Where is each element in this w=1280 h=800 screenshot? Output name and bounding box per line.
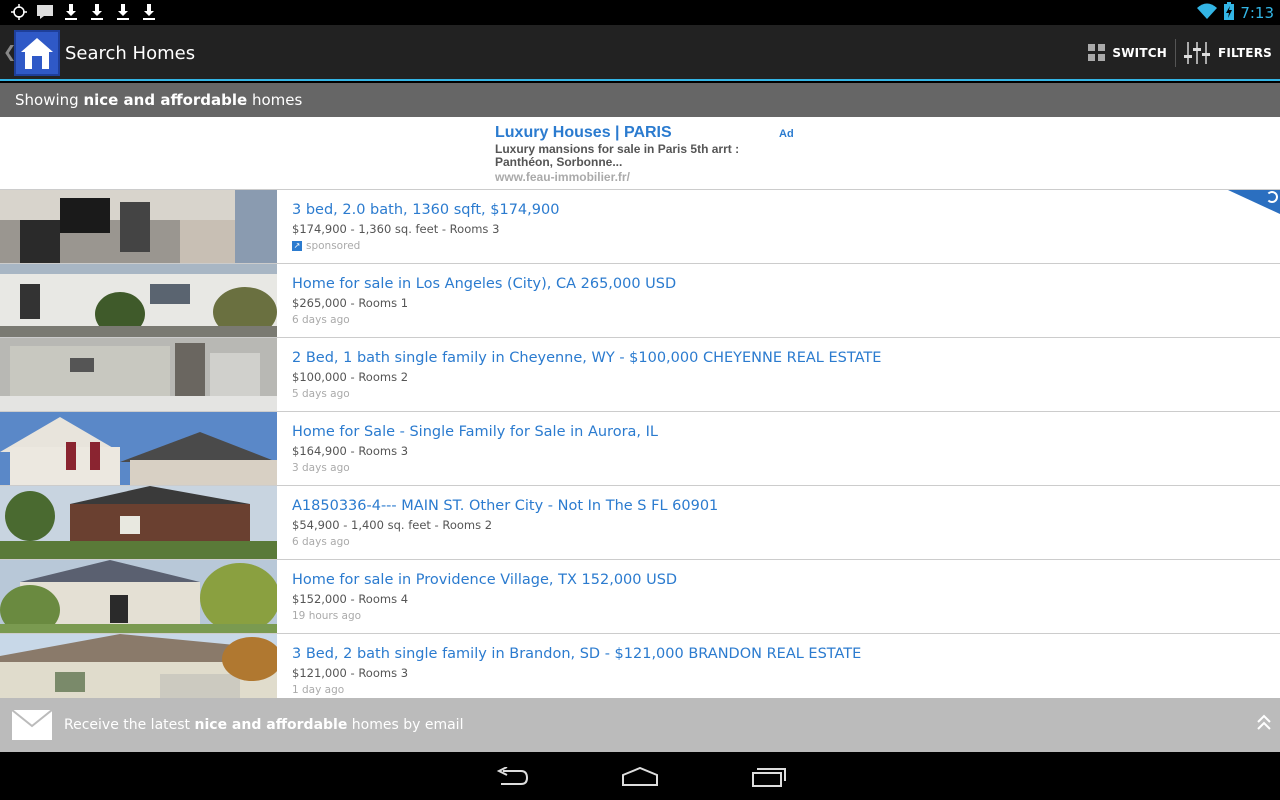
- listing-details: $265,000 - Rooms 1: [292, 296, 409, 310]
- listing-title[interactable]: 2 Bed, 1 bath single family in Cheyenne,…: [292, 350, 1260, 366]
- status-bar: 7:13: [0, 0, 1280, 25]
- listing-text: A1850336-4--- MAIN ST. Other City - Not …: [292, 498, 1260, 548]
- home-button[interactable]: [620, 764, 660, 790]
- listing-item[interactable]: Home for sale in Los Angeles (City), CA …: [0, 264, 1280, 338]
- listing-item[interactable]: 3 Bed, 2 bath single family in Brandon, …: [0, 634, 1280, 698]
- email-alert-bar[interactable]: Receive the latest nice and affordable h…: [0, 698, 1280, 752]
- listing-photo: [0, 190, 277, 263]
- wifi-icon: [1196, 2, 1218, 24]
- switch-label: SWITCH: [1112, 46, 1167, 60]
- search-summary-bar: Showing nice and affordable homes: [0, 83, 1280, 117]
- featured-icon: [1266, 191, 1278, 203]
- listing-title[interactable]: Home for sale in Providence Village, TX …: [292, 572, 1260, 588]
- external-link-icon: ↗: [292, 241, 302, 251]
- system-nav-bar: [0, 752, 1280, 800]
- listing-photo: [0, 634, 277, 698]
- listing-title[interactable]: 3 bed, 2.0 bath, 1360 sqft, $174,900: [292, 202, 1260, 218]
- back-button[interactable]: [492, 764, 532, 790]
- listing-photo: [0, 338, 277, 411]
- listing-meta: 6 days ago: [292, 536, 350, 548]
- talk-icon: [36, 3, 54, 21]
- listing-details: $174,900 - 1,360 sq. feet - Rooms 3: [292, 222, 500, 236]
- filters-button[interactable]: FILTERS: [1176, 25, 1280, 81]
- listing-details: $54,900 - 1,400 sq. feet - Rooms 2: [292, 518, 493, 532]
- battery-icon: [1224, 2, 1235, 24]
- listing-item[interactable]: Home for sale in Providence Village, TX …: [0, 560, 1280, 634]
- email-prefix: Receive the latest: [64, 717, 191, 733]
- ad-banner[interactable]: Luxury Houses | PARIS Ad Luxury mansions…: [0, 117, 1280, 190]
- listing-details: $100,000 - Rooms 2: [292, 370, 409, 384]
- back-icon: [496, 767, 529, 785]
- action-buttons: SWITCH FILTERS: [1080, 25, 1280, 81]
- envelope-icon: [11, 709, 53, 744]
- listing-details: $121,000 - Rooms 3: [292, 666, 409, 680]
- recents-icon: [752, 768, 786, 787]
- listing-photo: [0, 412, 277, 485]
- listing-item[interactable]: Home for Sale - Single Family for Sale i…: [0, 412, 1280, 486]
- listing-title[interactable]: Home for Sale - Single Family for Sale i…: [292, 424, 1260, 440]
- listing-meta: 1 day ago: [292, 684, 345, 696]
- email-suffix: homes by email: [351, 717, 464, 733]
- app-logo[interactable]: [14, 30, 60, 76]
- ad-title[interactable]: Luxury Houses | PARIS: [495, 124, 795, 142]
- sliders-icon: [1184, 42, 1210, 64]
- listing-title[interactable]: 3 Bed, 2 bath single family in Brandon, …: [292, 646, 1260, 662]
- results-list[interactable]: Luxury Houses | PARIS Ad Luxury mansions…: [0, 117, 1280, 698]
- ad-url[interactable]: www.feau-immobilier.fr/: [495, 170, 795, 184]
- download-icon: [62, 3, 80, 21]
- listing-text: 2 Bed, 1 bath single family in Cheyenne,…: [292, 350, 1260, 400]
- recents-button[interactable]: [749, 764, 789, 790]
- listing-item[interactable]: 2 Bed, 1 bath single family in Cheyenne,…: [0, 338, 1280, 412]
- house-icon: [21, 38, 53, 69]
- listing-item[interactable]: 3 bed, 2.0 bath, 1360 sqft, $174,900 $17…: [0, 190, 1280, 264]
- home-icon: [622, 767, 658, 786]
- page-title: Search Homes: [65, 43, 196, 64]
- listing-text: 3 Bed, 2 bath single family in Brandon, …: [292, 646, 1260, 696]
- email-query: nice and affordable: [194, 717, 348, 733]
- action-bar: ❮ Search Homes SWITCH FILTERS: [0, 25, 1280, 81]
- ad-content[interactable]: Luxury Houses | PARIS Ad Luxury mansions…: [495, 124, 795, 184]
- expand-up-icon[interactable]: [1256, 713, 1272, 737]
- listing-item[interactable]: A1850336-4--- MAIN ST. Other City - Not …: [0, 486, 1280, 560]
- ad-badge: Ad: [779, 128, 794, 140]
- listing-photo: [0, 264, 277, 337]
- notification-icons: [10, 3, 158, 21]
- grid-icon: [1088, 44, 1106, 61]
- summary-query: nice and affordable: [83, 91, 248, 109]
- listing-text: Home for Sale - Single Family for Sale i…: [292, 424, 1260, 474]
- listing-meta: ↗ sponsored: [292, 240, 1260, 252]
- listing-details: $152,000 - Rooms 4: [292, 592, 409, 606]
- listing-photo: [0, 486, 277, 559]
- clock: 7:13: [1240, 4, 1274, 22]
- summary-prefix: Showing: [15, 91, 79, 109]
- listing-title[interactable]: A1850336-4--- MAIN ST. Other City - Not …: [292, 498, 1260, 514]
- listing-meta: 19 hours ago: [292, 610, 362, 622]
- listing-photo: [0, 560, 277, 633]
- download-icon: [88, 3, 106, 21]
- listing-text: Home for sale in Los Angeles (City), CA …: [292, 276, 1260, 326]
- listing-meta-text: sponsored: [306, 240, 361, 252]
- listing-text: Home for sale in Providence Village, TX …: [292, 572, 1260, 622]
- listing-text: 3 bed, 2.0 bath, 1360 sqft, $174,900 $17…: [292, 202, 1260, 252]
- filters-label: FILTERS: [1218, 46, 1272, 60]
- switch-button[interactable]: SWITCH: [1080, 25, 1175, 81]
- download-icon: [140, 3, 158, 21]
- ad-description: Luxury mansions for sale in Paris 5th ar…: [495, 142, 740, 169]
- listing-meta: 3 days ago: [292, 462, 350, 474]
- email-alert-text: Receive the latest nice and affordable h…: [64, 717, 463, 733]
- listing-title[interactable]: Home for sale in Los Angeles (City), CA …: [292, 276, 1260, 292]
- listing-details: $164,900 - Rooms 3: [292, 444, 409, 458]
- download-icon: [114, 3, 132, 21]
- gps-icon: [10, 3, 28, 21]
- summary-suffix: homes: [252, 91, 303, 109]
- listing-meta: 5 days ago: [292, 388, 350, 400]
- system-icons: 7:13: [1196, 2, 1274, 24]
- listing-meta: 6 days ago: [292, 314, 350, 326]
